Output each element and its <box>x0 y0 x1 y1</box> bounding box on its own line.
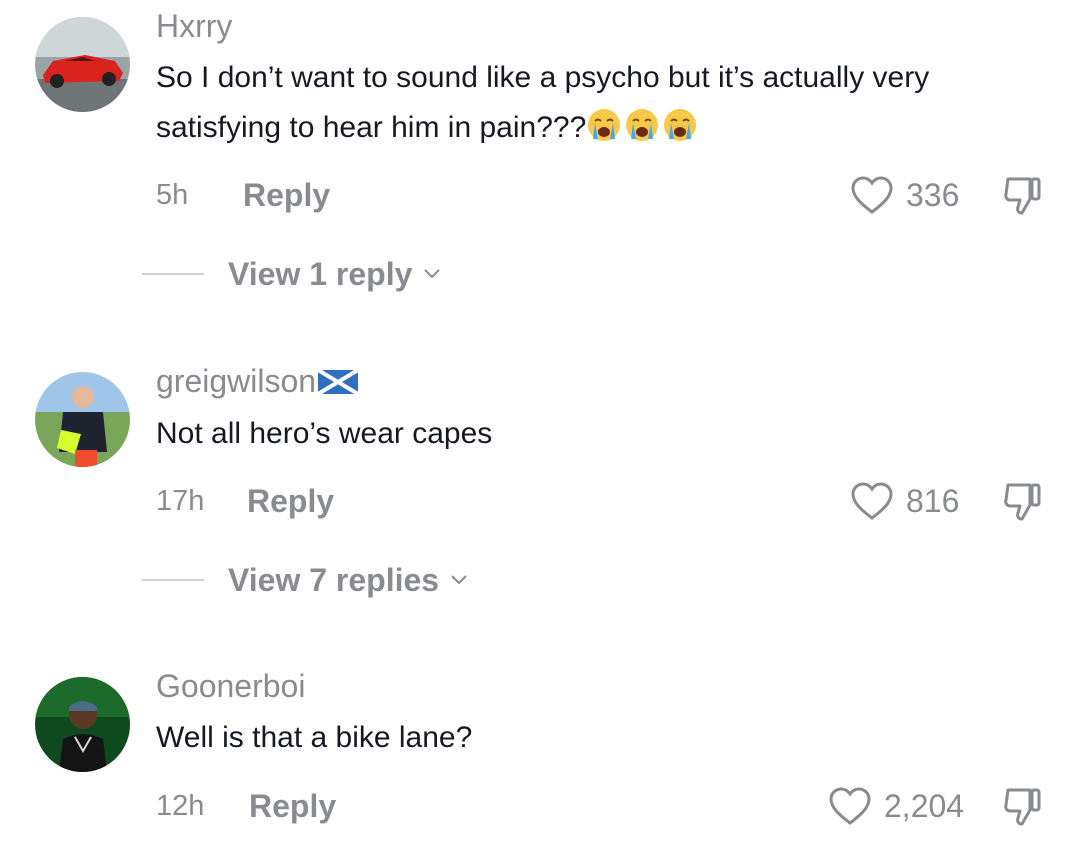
chevron-down-icon <box>451 575 467 585</box>
like-count: 816 <box>906 483 960 519</box>
dislike-button[interactable] <box>1000 479 1044 523</box>
view-replies-label: View 1 reply <box>228 255 413 292</box>
reply-button[interactable]: Reply <box>249 786 336 826</box>
heart-icon <box>851 482 893 520</box>
comment-text: Not all hero’s wear capes <box>156 417 493 450</box>
reply-button[interactable]: Reply <box>247 481 334 521</box>
like-button[interactable]: 336 <box>850 175 959 215</box>
view-replies-button[interactable]: View 7 replies <box>142 560 469 600</box>
avatar-golfer-image <box>35 372 130 467</box>
view-replies-button[interactable]: View 1 reply <box>142 254 442 294</box>
thumbs-down-icon <box>1004 483 1041 521</box>
comment-body: So I don’t want to sound like a psycho b… <box>156 61 930 144</box>
like-button[interactable]: 2,204 <box>828 786 964 826</box>
divider-line <box>142 579 204 581</box>
like-count: 2,204 <box>884 788 965 824</box>
dislike-button[interactable] <box>1000 784 1044 828</box>
crying-emoji-icon <box>662 109 700 144</box>
heart-icon <box>829 787 871 825</box>
reply-button[interactable]: Reply <box>243 175 330 215</box>
view-replies-label: View 7 replies <box>228 561 440 598</box>
comment-timestamp: 12h <box>156 790 205 822</box>
username-text: greigwilson <box>156 363 317 399</box>
comment-timestamp: 5h <box>156 179 189 211</box>
crying-emoji-icon <box>624 109 662 144</box>
comment-username[interactable]: Goonerboi <box>156 666 305 706</box>
thumbs-down-icon <box>1004 788 1041 826</box>
comment-timestamp: 17h <box>156 485 205 517</box>
avatar[interactable] <box>35 372 130 467</box>
like-count: 336 <box>906 177 960 213</box>
avatar[interactable] <box>35 17 130 112</box>
crying-emoji-icon <box>586 109 624 144</box>
thumbs-down-icon <box>1004 177 1041 215</box>
dislike-button[interactable] <box>1000 173 1044 217</box>
avatar-red-car-image <box>35 17 130 112</box>
scotland-flag-icon <box>317 368 360 396</box>
avatar-person-image <box>35 677 130 772</box>
avatar[interactable] <box>35 677 130 772</box>
like-button[interactable]: 816 <box>850 481 959 521</box>
comment-username[interactable]: Hxrry <box>156 6 232 46</box>
comment-text: So I don’t want to sound like a psycho b… <box>156 53 1036 153</box>
comment-username[interactable]: greigwilson <box>156 361 360 401</box>
heart-icon <box>851 176 893 214</box>
divider-line <box>142 273 204 275</box>
chevron-down-icon <box>424 269 441 279</box>
comment-text: Well is that a bike lane? <box>156 721 473 754</box>
